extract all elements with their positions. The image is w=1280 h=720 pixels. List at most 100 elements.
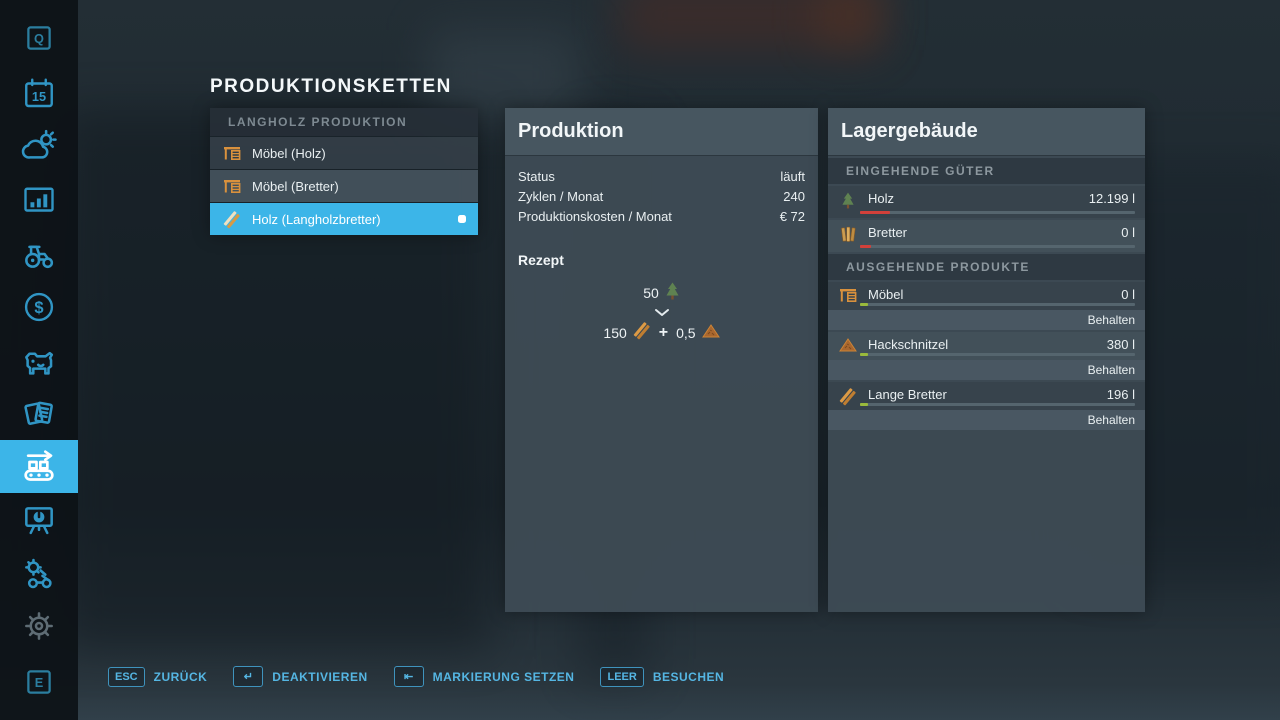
deactivate-button[interactable]: ↵ DEAKTIVIEREN (233, 666, 367, 687)
chevron-down-icon (654, 308, 670, 317)
tree-icon (838, 192, 858, 209)
recipe-output: 150 + 0,5 (603, 322, 719, 343)
output-mode-behalten[interactable]: Behalten (828, 410, 1145, 430)
sidebar-item-contracts[interactable] (0, 390, 78, 438)
svg-text:E: E (35, 675, 44, 690)
fill-level-bar (860, 303, 1135, 306)
esc-key-icon: ESC (108, 667, 145, 687)
sidebar-item-weather[interactable] (0, 122, 78, 170)
chain-list-header: LANGHOLZ PRODUKTION (210, 108, 478, 136)
cycles-value: 240 (783, 189, 805, 204)
chain-item-holz-langholzbretter[interactable]: Holz (Langholzbretter) (210, 203, 478, 235)
e-key-icon: E (22, 665, 56, 699)
presentation-chart-icon (20, 502, 58, 540)
furniture-icon (838, 288, 858, 303)
recipe-input: 50 (643, 282, 680, 303)
output-mode-behalten[interactable]: Behalten (828, 360, 1145, 380)
fill-level-bar (860, 211, 1135, 214)
good-label: Lange Bretter (868, 387, 947, 402)
sidebar-item-map-key[interactable]: Q (0, 14, 78, 62)
active-marker-dot (458, 215, 466, 223)
storage-panel: Lagergebäude EINGEHENDE GÜTER Holz 12.19… (828, 108, 1145, 612)
boards-icon (838, 226, 858, 243)
costs-value: € 72 (780, 209, 805, 224)
good-amount: 0 l (1121, 225, 1135, 240)
outgoing-products-header: AUSGEHENDE PRODUKTE (828, 254, 1145, 280)
hotkey-bar: ESC ZURÜCK ↵ DEAKTIVIEREN ⇤ MARKIERUNG S… (108, 666, 724, 687)
cow-icon (20, 343, 58, 381)
visit-button[interactable]: LEER BESUCHEN (600, 667, 724, 687)
recipe-block: 50 150 + 0,5 (505, 282, 818, 343)
good-amount: 380 l (1107, 337, 1135, 352)
sidebar-item-animals[interactable] (0, 338, 78, 386)
space-key-icon: LEER (600, 667, 643, 687)
calendar-icon: 15 (21, 76, 57, 112)
q-key-icon: Q (22, 21, 56, 55)
fill-level-bar (860, 245, 1135, 248)
good-label: Holz (868, 191, 894, 206)
chain-item-moebel-bretter[interactable]: Möbel (Bretter) (210, 170, 478, 202)
long-boards-icon (633, 322, 651, 343)
furniture-icon (222, 146, 242, 161)
furniture-icon (222, 179, 242, 194)
good-label: Bretter (868, 225, 907, 240)
documents-icon (20, 395, 58, 433)
menu-sidebar: Q 15 (0, 0, 78, 720)
plus-sign: + (659, 324, 668, 342)
settings-gear-icon (20, 607, 58, 645)
chain-item-label: Möbel (Bretter) (252, 179, 339, 194)
sidebar-item-e-key[interactable]: E (0, 658, 78, 706)
good-amount: 12.199 l (1089, 191, 1135, 206)
production-row-status: Statusläuft (518, 166, 805, 186)
good-amount: 0 l (1121, 287, 1135, 302)
svg-text:15: 15 (32, 89, 46, 104)
sidebar-item-vehicles[interactable] (0, 230, 78, 278)
production-chain-list: LANGHOLZ PRODUKTION Möbel (Holz) Möbel (… (210, 108, 478, 235)
long-boards-icon (222, 211, 242, 229)
status-value: läuft (780, 169, 805, 184)
chain-item-label: Holz (Langholzbretter) (252, 212, 381, 227)
production-row-costs: Produktionskosten / Monat€ 72 (518, 206, 805, 226)
bar-chart-icon (21, 182, 57, 218)
incoming-row-holz: Holz 12.199 l (828, 186, 1145, 218)
fill-level-bar (860, 403, 1135, 406)
recipe-heading: Rezept (518, 252, 805, 268)
outgoing-row-moebel[interactable]: Möbel 0 l Behalten (828, 282, 1145, 330)
sidebar-item-workshop[interactable] (0, 550, 78, 598)
svg-text:$: $ (34, 299, 43, 317)
production-panel: Produktion Statusläuft Zyklen / Monat240… (505, 108, 818, 612)
sidebar-item-calendar[interactable]: 15 (0, 70, 78, 118)
output-mode-behalten[interactable]: Behalten (828, 310, 1145, 330)
good-amount: 196 l (1107, 387, 1135, 402)
sidebar-item-settings[interactable] (0, 602, 78, 650)
outgoing-row-hackschnitzel[interactable]: Hackschnitzel 380 l Behalten (828, 332, 1145, 380)
incoming-row-bretter: Bretter 0 l (828, 220, 1145, 252)
outgoing-row-lange-bretter[interactable]: Lange Bretter 196 l Behalten (828, 382, 1145, 430)
production-chain-icon (19, 447, 59, 487)
production-panel-title: Produktion (505, 108, 818, 156)
chain-item-label: Möbel (Holz) (252, 146, 326, 161)
long-boards-icon (838, 388, 858, 406)
gear-vehicle-icon (20, 555, 58, 593)
sidebar-item-money[interactable]: $ (0, 283, 78, 331)
sidebar-item-statistics[interactable] (0, 497, 78, 545)
dollar-icon: $ (21, 289, 57, 325)
tree-icon (665, 282, 680, 303)
storage-panel-title: Lagergebäude (828, 108, 1145, 156)
enter-key-icon: ↵ (233, 666, 263, 687)
chain-item-moebel-holz[interactable]: Möbel (Holz) (210, 137, 478, 169)
good-label: Möbel (868, 287, 903, 302)
tab-key-icon: ⇤ (394, 666, 424, 687)
set-marker-button[interactable]: ⇤ MARKIERUNG SETZEN (394, 666, 575, 687)
fill-level-bar (860, 353, 1135, 356)
back-button[interactable]: ESC ZURÜCK (108, 667, 207, 687)
woodchips-icon (702, 324, 720, 341)
weather-icon (20, 127, 58, 165)
incoming-goods-header: EINGEHENDE GÜTER (828, 158, 1145, 184)
good-label: Hackschnitzel (868, 337, 948, 352)
sidebar-item-production-chains[interactable] (0, 440, 78, 493)
page-title: PRODUKTIONSKETTEN (210, 76, 452, 98)
tractor-icon (20, 235, 58, 273)
sidebar-item-finances[interactable] (0, 176, 78, 224)
woodchips-icon (838, 338, 858, 352)
